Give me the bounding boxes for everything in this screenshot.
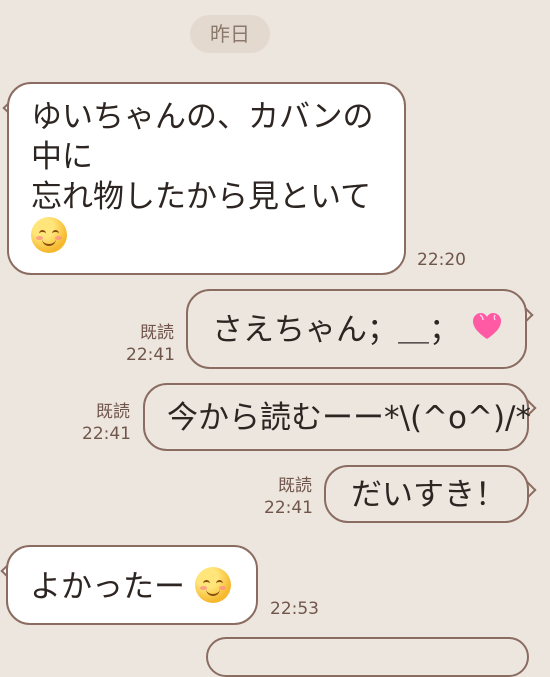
message-text-line: ゆいちゃんの、カバンの <box>31 99 374 135</box>
read-receipt: 既読 22:41 <box>264 475 313 519</box>
read-receipt: 既読 22:41 <box>82 401 131 445</box>
message-text: よかったー <box>30 569 185 605</box>
message-time: 22:53 <box>270 599 319 619</box>
message-text: だいすき！ <box>351 477 506 513</box>
emoji-blush <box>55 236 62 240</box>
outgoing-message-bubble[interactable]: だいすき！ <box>324 465 529 523</box>
date-badge: 昨日 <box>190 15 270 53</box>
emoji-mouth <box>42 237 56 246</box>
outgoing-message-bubble-partial[interactable] <box>206 637 529 677</box>
read-label: 既読 <box>96 402 130 422</box>
smiling-face-emoji <box>31 217 67 253</box>
incoming-message-bubble[interactable]: よかったー <box>6 545 258 625</box>
read-label: 既読 <box>278 476 312 496</box>
message-time: 22:20 <box>417 250 466 270</box>
message-time: 22:41 <box>82 424 131 444</box>
message-text-line: 忘れ物したから見といて <box>31 179 372 215</box>
message-time: 22:41 <box>264 498 313 518</box>
smiling-face-emoji <box>194 567 231 603</box>
emoji-mouth <box>205 587 220 596</box>
message-text: 今から読むーー*\(^o^)/* <box>167 400 531 436</box>
pink-heart-emoji <box>470 310 504 344</box>
message-text-line: 中に <box>31 139 93 175</box>
message-time: 22:41 <box>126 345 175 365</box>
read-label: 既読 <box>140 323 174 343</box>
outgoing-message-bubble[interactable]: さえちゃん；＿； <box>186 289 527 369</box>
outgoing-message-bubble[interactable]: 今から読むーー*\(^o^)/* <box>143 383 531 451</box>
message-text: さえちゃん；＿； <box>212 312 460 348</box>
emoji-blush <box>218 586 226 590</box>
incoming-message-bubble[interactable]: ゆいちゃんの、カバンの 中に 忘れ物したから見といて <box>7 82 406 275</box>
read-receipt: 既読 22:41 <box>126 322 175 366</box>
